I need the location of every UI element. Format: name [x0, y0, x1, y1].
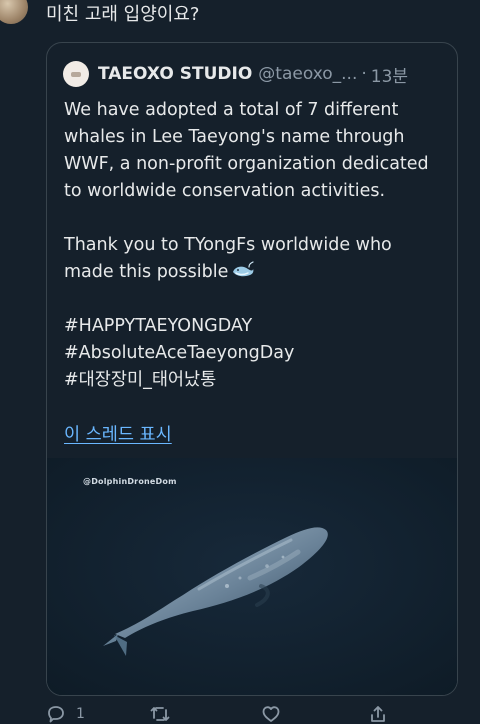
like-action[interactable]: [261, 704, 281, 724]
meta-separator: ·: [361, 64, 367, 84]
quoted-author-avatar[interactable]: [63, 61, 89, 87]
retweet-icon: [150, 707, 170, 721]
reply-count: 1: [76, 706, 85, 722]
quoted-tweet-time[interactable]: 13분: [371, 62, 408, 87]
share-action[interactable]: [368, 704, 388, 724]
hashtag-absolute-ace-taeyong-day[interactable]: #AbsoluteAceTaeyongDay: [64, 340, 444, 367]
paragraph-thanks-text: Thank you to TYongFs worldwide who made …: [64, 235, 392, 282]
paragraph-thanks: Thank you to TYongFs worldwide who made …: [64, 232, 444, 286]
user-avatar[interactable]: [0, 0, 28, 24]
quoted-tweet-header: TAEOXO STUDIO @taeoxo_... · 13분: [63, 59, 408, 89]
hashtag-korean[interactable]: #대장장미_태어났통: [64, 367, 444, 394]
paragraph-adoption: We have adopted a total of 7 different w…: [64, 100, 429, 201]
hashtag-happy-taeyong-day[interactable]: #HAPPYTAEYONGDAY: [64, 313, 444, 340]
photo-watermark: @DolphinDroneDom: [83, 477, 177, 486]
quoted-author-name[interactable]: TAEOXO STUDIO: [98, 64, 252, 84]
quoted-author-avatar-mark: [71, 71, 81, 77]
tweet-page: 미친 고래 입양이요? TAEOXO STUDIO @taeoxo_... · …: [0, 0, 480, 724]
heart-icon: [262, 706, 280, 722]
show-thread-link[interactable]: 이 스레드 표시: [64, 421, 172, 446]
whale-photo-artwork: [47, 458, 457, 695]
whale-emoji-icon: [233, 261, 254, 277]
tweet-actions: 1: [46, 704, 436, 724]
share-icon: [371, 706, 385, 722]
reply-icon: [48, 706, 64, 723]
reply-action[interactable]: 1: [46, 704, 85, 724]
quoted-tweet-body: We have adopted a total of 7 different w…: [64, 97, 444, 394]
reply-text: 미친 고래 입양이요?: [46, 4, 200, 25]
quoted-author-handle[interactable]: @taeoxo_...: [258, 64, 357, 84]
whale-photo[interactable]: @DolphinDroneDom: [47, 458, 457, 695]
quoted-tweet-card[interactable]: TAEOXO STUDIO @taeoxo_... · 13분 We have …: [46, 42, 458, 696]
retweet-action[interactable]: [149, 704, 171, 724]
